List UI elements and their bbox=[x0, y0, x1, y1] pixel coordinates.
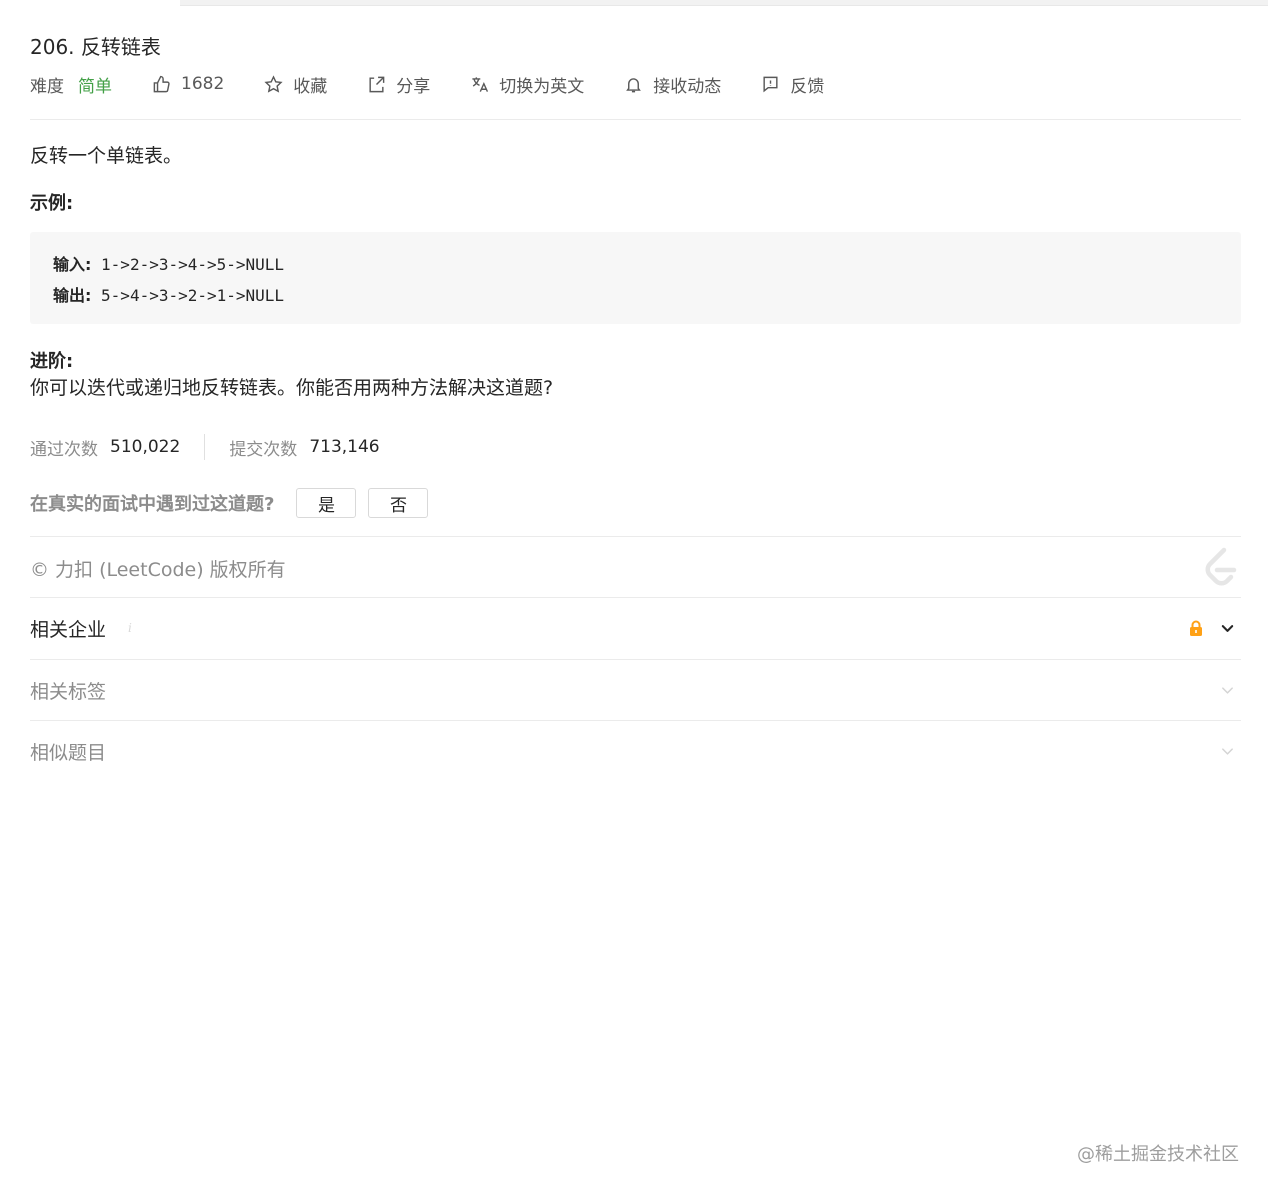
problem-meta-bar: 难度 简单 1682 收藏 分享 切换为英文 接收动态 反馈 bbox=[30, 71, 824, 97]
thumbs-up-icon bbox=[153, 75, 170, 92]
favorite-button[interactable]: 收藏 bbox=[264, 72, 327, 97]
translate-icon bbox=[472, 76, 489, 92]
top-strip bbox=[180, 0, 1268, 6]
info-icon[interactable]: i bbox=[128, 621, 132, 635]
related-tags-section[interactable]: 相关标签 bbox=[30, 660, 1241, 720]
leetcode-logo-icon bbox=[1205, 547, 1237, 586]
example-input-line: 输入: 1->2->3->4->5->NULL bbox=[53, 249, 1241, 280]
example-code-block: 输入: 1->2->3->4->5->NULL 输出: 5->4->3->2->… bbox=[30, 232, 1241, 324]
advanced-text: 你可以迭代或递归地反转链表。你能否用两种方法解决这道题? bbox=[30, 377, 554, 399]
feedback-label: 反馈 bbox=[790, 76, 825, 97]
feedback-button[interactable]: 反馈 bbox=[761, 72, 824, 97]
chevron-down-icon[interactable] bbox=[1220, 744, 1235, 759]
input-value: 1->2->3->4->5->NULL bbox=[91, 255, 285, 274]
example-heading: 示例: bbox=[30, 193, 74, 214]
no-button[interactable]: 否 bbox=[368, 488, 429, 518]
switch-language-label: 切换为英文 bbox=[499, 76, 585, 97]
output-key: 输出: bbox=[53, 286, 92, 305]
share-button[interactable]: 分享 bbox=[367, 72, 430, 97]
similar-problems-section[interactable]: 相似题目 bbox=[30, 721, 1241, 781]
related-companies-section[interactable]: 相关企业 i bbox=[30, 598, 1241, 658]
divider bbox=[30, 119, 1241, 120]
divider bbox=[30, 536, 1241, 537]
lock-icon bbox=[1190, 620, 1202, 636]
output-value: 5->4->3->2->1->NULL bbox=[91, 286, 285, 305]
share-icon bbox=[369, 76, 385, 92]
advanced-heading: 进阶: bbox=[30, 351, 74, 372]
interview-question: 在真实的面试中遇到过这道题? bbox=[30, 494, 275, 515]
submissions-count: 713,146 bbox=[309, 437, 380, 457]
watermark: @稀土掘金技术社区 bbox=[1077, 1144, 1239, 1165]
difficulty-label: 难度 bbox=[30, 76, 64, 97]
favorite-label: 收藏 bbox=[293, 76, 328, 97]
accepted-count: 510,022 bbox=[110, 437, 181, 457]
related-tags-title: 相关标签 bbox=[30, 680, 107, 703]
star-icon bbox=[264, 74, 283, 93]
submissions-label: 提交次数 bbox=[229, 439, 298, 460]
like-button[interactable]: 1682 bbox=[152, 74, 224, 94]
switch-language-button[interactable]: 切换为英文 bbox=[470, 72, 584, 97]
problem-description: 反转一个单链表。 bbox=[30, 145, 183, 167]
bell-icon bbox=[626, 77, 642, 92]
submission-stats: 通过次数 510,022 提交次数 713,146 bbox=[30, 434, 380, 460]
stats-separator bbox=[204, 434, 206, 460]
feedback-icon bbox=[763, 76, 778, 92]
chevron-down-icon[interactable] bbox=[1220, 683, 1235, 698]
subscribe-button[interactable]: 接收动态 bbox=[624, 72, 721, 97]
share-label: 分享 bbox=[396, 76, 431, 97]
yes-button[interactable]: 是 bbox=[296, 488, 357, 518]
accepted-label: 通过次数 bbox=[30, 439, 98, 460]
problem-title: 206. 反转链表 bbox=[30, 35, 161, 59]
difficulty-badge: 简单 bbox=[78, 76, 112, 97]
subscribe-label: 接收动态 bbox=[653, 76, 722, 97]
like-count: 1682 bbox=[181, 74, 225, 94]
related-companies-title: 相关企业 bbox=[30, 618, 107, 641]
interview-poll: 在真实的面试中遇到过这道题? 是 否 bbox=[30, 488, 429, 518]
input-key: 输入: bbox=[53, 255, 92, 274]
example-output-line: 输出: 5->4->3->2->1->NULL bbox=[53, 280, 1241, 311]
similar-problems-title: 相似题目 bbox=[30, 741, 107, 764]
copyright-notice: © 力扣 (LeetCode) 版权所有 bbox=[30, 559, 286, 581]
chevron-down-icon[interactable] bbox=[1220, 621, 1235, 636]
